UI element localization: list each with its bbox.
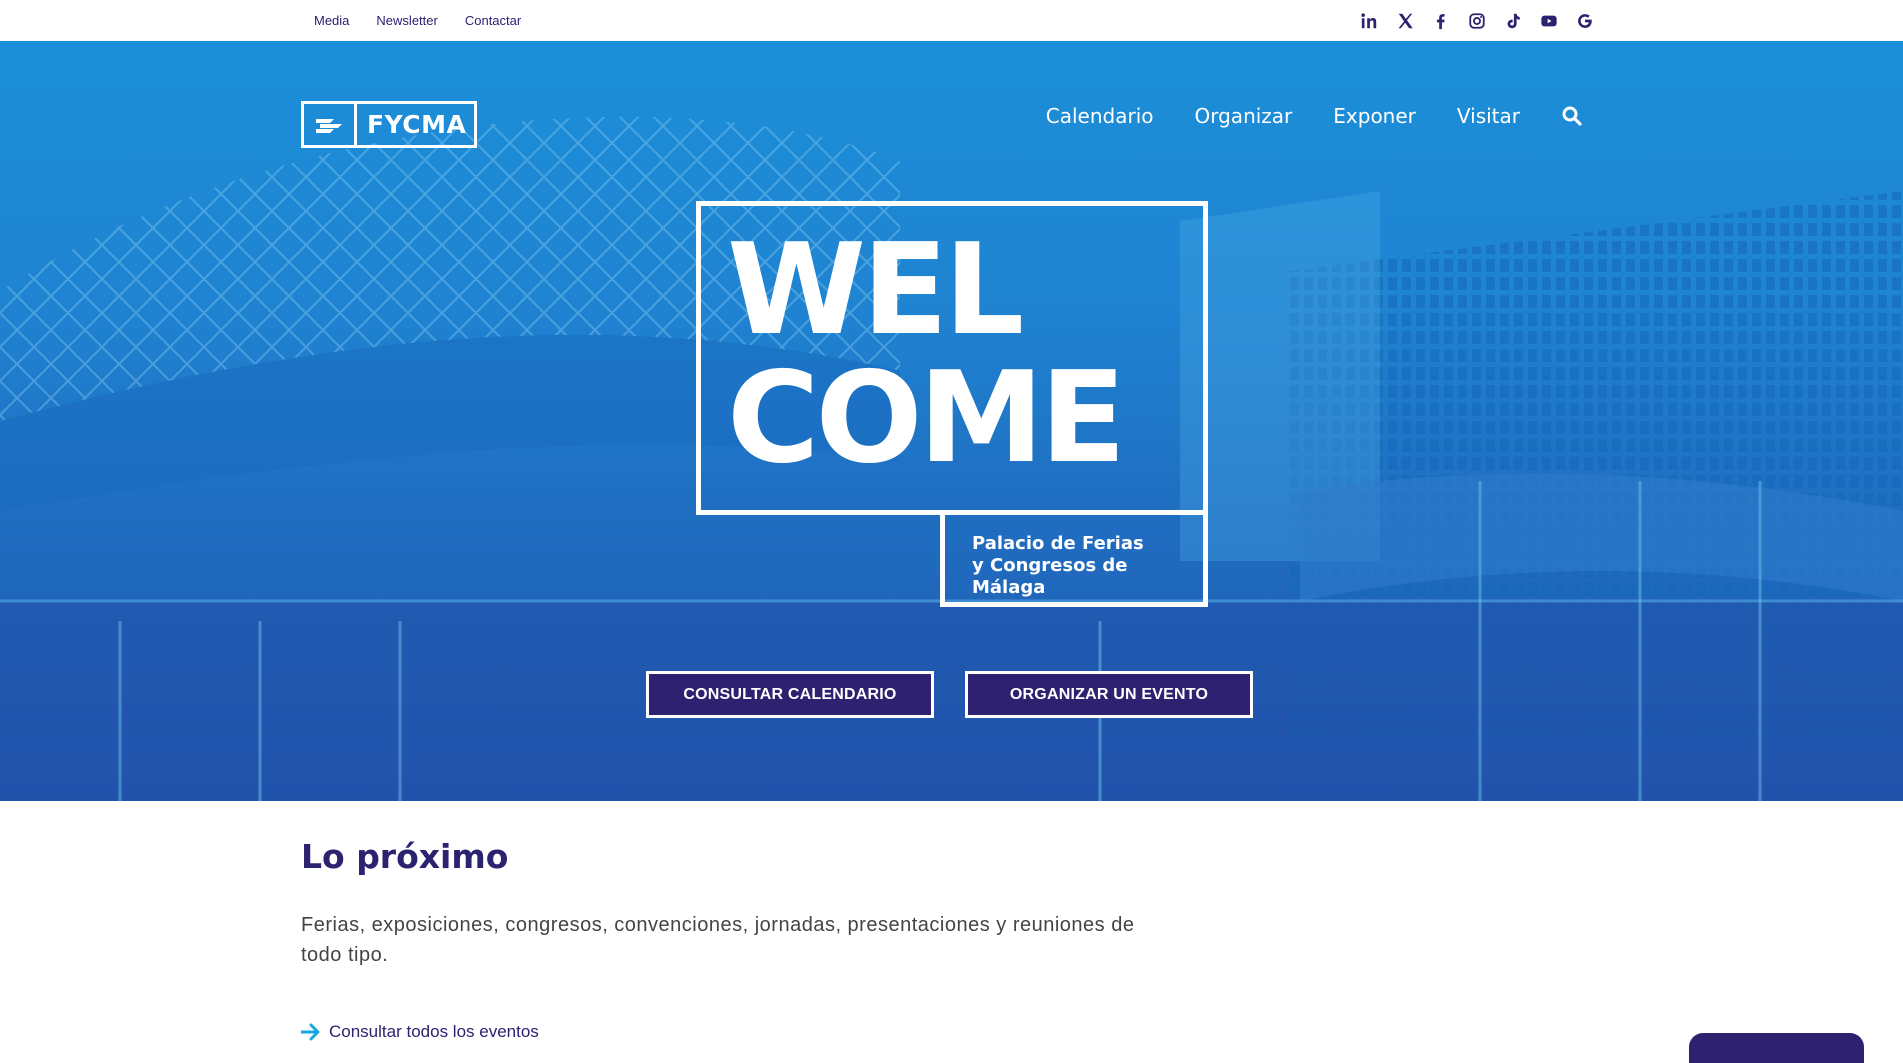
fycma-logo[interactable]: FYCMA [301,101,477,148]
all-events-link[interactable]: Consultar todos los eventos [301,1022,539,1042]
nav-exponer[interactable]: Exponer [1333,104,1416,128]
venue-subtitle-frame: Palacio de Ferias y Congresos de Málaga [940,515,1208,607]
top-link-media[interactable]: Media [314,13,349,28]
top-links: Media Newsletter Contactar [314,0,521,41]
section-description: Ferias, exposiciones, congresos, convenc… [301,914,1135,966]
consultar-calendario-button[interactable]: CONSULTAR CALENDARIO [646,671,934,718]
nav-visitar[interactable]: Visitar [1457,104,1520,128]
search-icon[interactable] [1561,105,1583,127]
nav-calendario[interactable]: Calendario [1046,104,1154,128]
welcome-heading: WEL COME [727,216,1126,491]
x-icon[interactable] [1395,11,1415,31]
main-navigation: Calendario Organizar Exponer Visitar [1046,104,1583,128]
venue-subtitle: Palacio de Ferias y Congresos de Málaga [972,533,1203,599]
google-icon[interactable] [1575,11,1595,31]
section-title: Lo próximo [301,837,509,876]
organizar-evento-button[interactable]: ORGANIZAR UN EVENTO [965,671,1253,718]
venue-subtitle-line1: Palacio de Ferias [972,533,1144,554]
facebook-icon[interactable] [1431,11,1451,31]
tiktok-icon[interactable] [1503,11,1523,31]
all-events-link-label: Consultar todos los eventos [329,1022,539,1041]
youtube-icon[interactable] [1539,11,1559,31]
welcome-frame: WEL COME [696,201,1208,515]
logo-text: FYCMA [367,110,467,139]
social-links [1359,0,1595,41]
hero-section: FYCMA Calendario Organizar Exponer Visit… [0,41,1903,801]
instagram-icon[interactable] [1467,11,1487,31]
linkedin-icon[interactable] [1359,11,1379,31]
top-link-newsletter[interactable]: Newsletter [376,13,437,28]
top-link-contactar[interactable]: Contactar [465,13,521,28]
arrow-right-icon [301,1023,320,1041]
venue-subtitle-line2: y Congresos de Málaga [972,555,1128,598]
top-utility-bar: Media Newsletter Contactar [0,0,1903,41]
logo-mark-icon [304,104,357,145]
floating-widget-tab[interactable] [1689,1033,1864,1063]
nav-organizar[interactable]: Organizar [1195,104,1293,128]
